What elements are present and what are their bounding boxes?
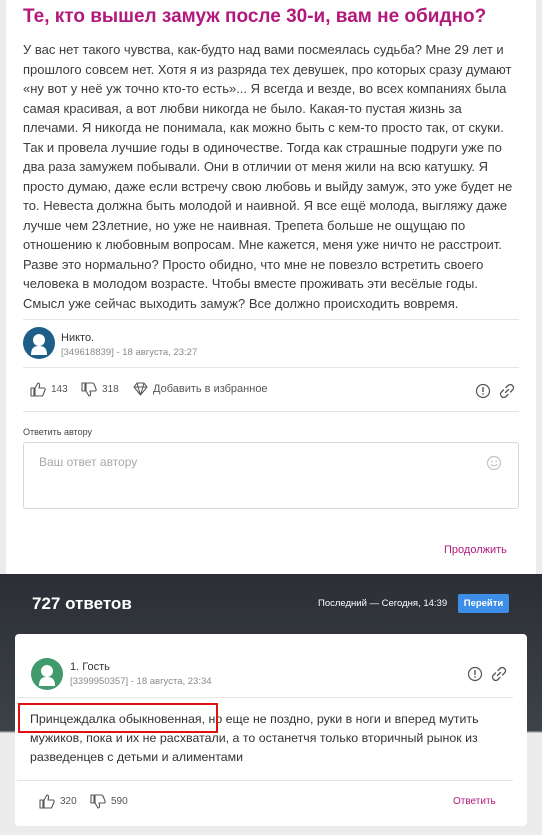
add-to-favorites-button[interactable]: Добавить в избранное xyxy=(133,382,268,396)
author-avatar[interactable] xyxy=(23,327,55,359)
emoji-icon[interactable] xyxy=(486,455,502,471)
reply-textarea[interactable] xyxy=(23,442,519,509)
answer-reply-link[interactable]: Ответить xyxy=(453,796,496,807)
topic-body: У вас нет такого чувства, как-будто над … xyxy=(23,40,523,313)
thumbs-up-icon xyxy=(39,794,55,809)
link-icon xyxy=(499,383,515,399)
user-silhouette-icon xyxy=(31,334,47,355)
divider xyxy=(17,780,513,781)
answer-copy-link-button[interactable] xyxy=(490,665,508,683)
author-name[interactable]: Никто. xyxy=(61,332,94,344)
answer-author-avatar[interactable] xyxy=(31,658,63,690)
last-reply-info: Последний — Сегодня, 14:39 xyxy=(318,598,448,609)
like-count: 143 xyxy=(51,384,68,395)
divider xyxy=(17,697,513,698)
thumbs-up-icon xyxy=(30,382,46,397)
copy-link-button[interactable] xyxy=(498,382,516,400)
warning-circle-icon xyxy=(467,666,483,682)
favorites-label: Добавить в избранное xyxy=(153,383,268,395)
answer-author-meta: [3399950357] - 18 августа, 23:34 xyxy=(70,676,212,687)
dislike-count: 318 xyxy=(102,384,119,395)
dislike-button[interactable]: 318 xyxy=(81,382,119,397)
diamond-icon xyxy=(133,382,148,396)
like-button[interactable]: 143 xyxy=(30,382,68,397)
topic-body-text: У вас нет такого чувства, как-будто над … xyxy=(23,42,513,311)
answer-like-button[interactable]: 320 xyxy=(39,794,77,809)
answer-author-name[interactable]: 1. Гость xyxy=(70,661,110,673)
go-to-last-button[interactable]: Перейти xyxy=(458,594,509,613)
report-button[interactable] xyxy=(474,382,492,400)
answer-dislike-count: 590 xyxy=(111,796,128,807)
divider xyxy=(23,411,519,412)
thumbs-down-icon xyxy=(81,382,97,397)
divider xyxy=(23,319,519,320)
divider xyxy=(23,367,519,368)
thumbs-down-icon xyxy=(90,794,106,809)
reply-input[interactable] xyxy=(39,455,459,469)
answer-report-button[interactable] xyxy=(466,665,484,683)
answer-card: 1. Гость [3399950357] - 18 августа, 23:3… xyxy=(15,634,527,826)
answers-count: 727 ответов xyxy=(32,594,132,613)
user-silhouette-icon xyxy=(39,665,55,686)
highlight-box xyxy=(18,703,218,733)
link-icon xyxy=(491,666,507,682)
continue-link[interactable]: Продолжить xyxy=(444,544,507,556)
answer-dislike-button[interactable]: 590 xyxy=(90,794,128,809)
topic-card: Те, кто вышел замуж после 30-и, вам не о… xyxy=(6,0,536,574)
reply-to-author-label: Ответить автору xyxy=(23,427,92,437)
answer-like-count: 320 xyxy=(60,796,77,807)
warning-circle-icon xyxy=(475,383,491,399)
author-meta: [349618839] - 18 августа, 23:27 xyxy=(61,347,198,358)
topic-title: Те, кто вышел замуж после 30-и, вам не о… xyxy=(23,6,487,27)
